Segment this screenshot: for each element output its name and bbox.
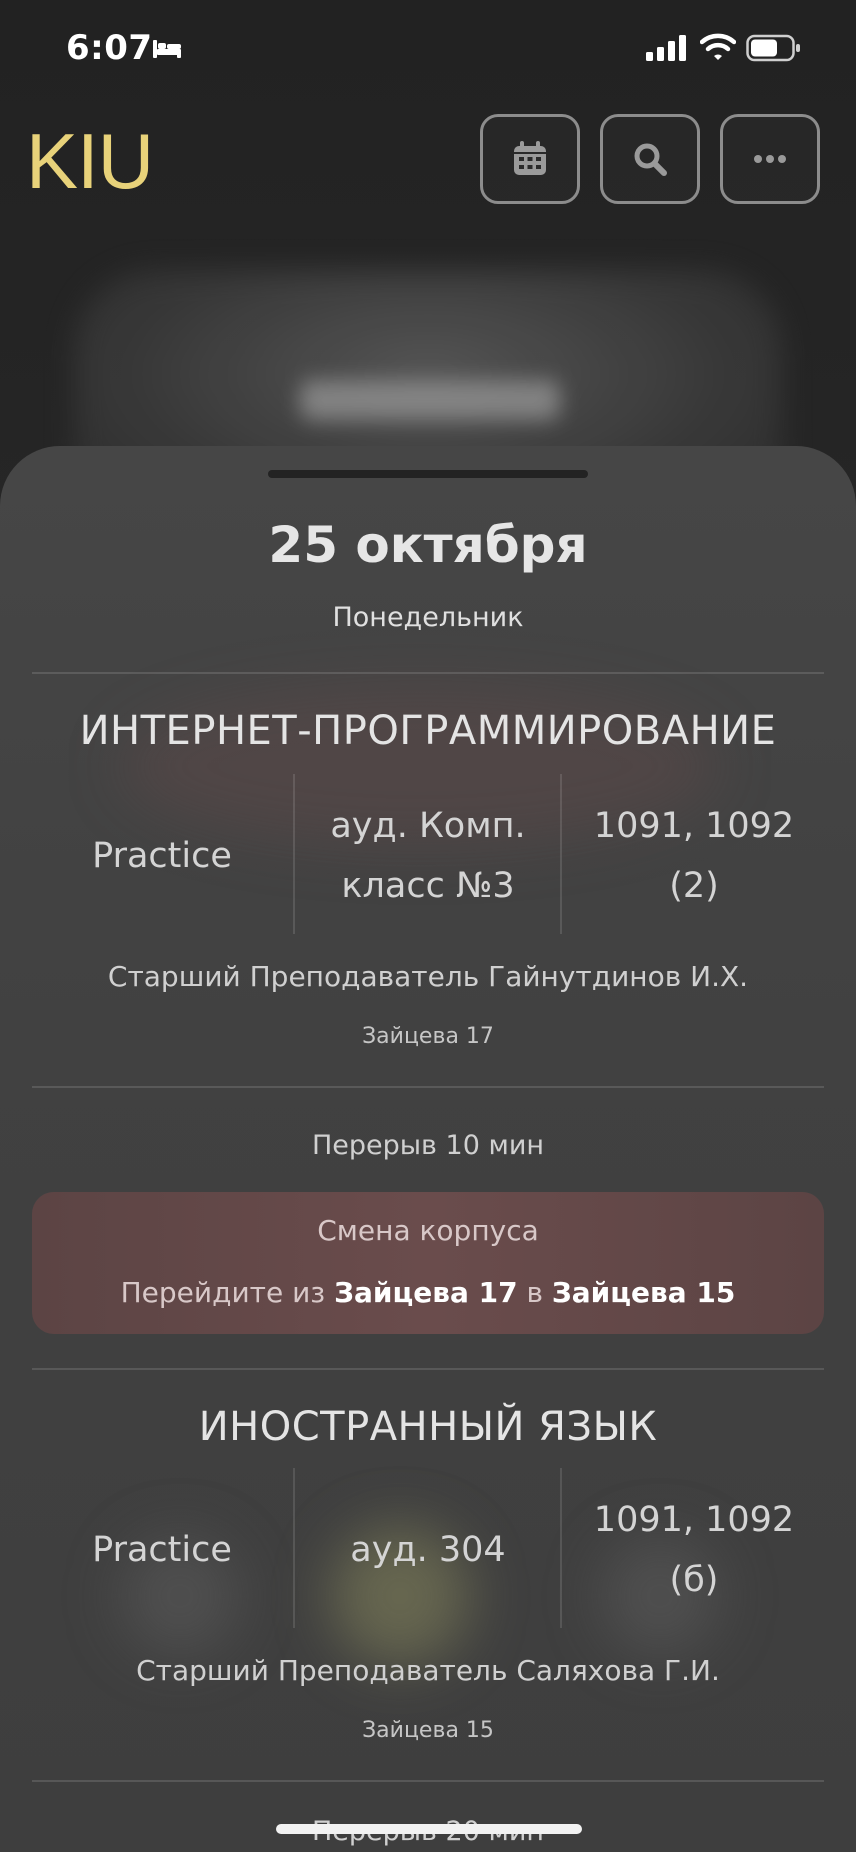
more-dots-icon [754, 155, 786, 163]
sleep-focus-icon [153, 40, 181, 58]
lesson-building: Зайцева 17 [362, 1024, 494, 1049]
status-bar: 6:07 [0, 0, 856, 100]
sheet-date-title: 25 октября [268, 516, 588, 574]
lesson-subject: ИНТЕРНЕТ-ПРОГРАММИРОВАНИЕ [79, 708, 777, 754]
background-blurred-date [300, 380, 560, 420]
search-icon [634, 143, 667, 176]
divider [32, 1368, 824, 1370]
more-button[interactable] [720, 114, 820, 204]
lesson-room-line2: класс №3 [341, 866, 515, 906]
lesson-room-line1: ауд. Комп. [330, 806, 526, 846]
lesson-type: Practice [92, 836, 232, 876]
lesson-groups: 1091, 1092 (2) [562, 796, 826, 916]
column-divider [293, 774, 295, 934]
break-label: Перерыв 10 мин [311, 1130, 545, 1161]
lesson-groups-line1: 1091, 1092 [593, 806, 795, 846]
status-time: 6:07 [66, 28, 153, 68]
lesson-type: Practice [92, 1530, 232, 1570]
column-divider [293, 1468, 295, 1628]
app-logo: KIU [26, 117, 154, 205]
building-change-title: Смена корпуса [317, 1214, 539, 1247]
building-change-alert: Смена корпуса Перейдите из Зайцева 17 в … [32, 1192, 824, 1334]
calendar-button[interactable] [480, 114, 580, 204]
day-detail-sheet[interactable]: 25 октября Понедельник ИНТЕРНЕТ-ПРОГРАММ… [0, 446, 856, 1852]
lesson-teacher: Старший Преподаватель Саляхова Г.И. [136, 1654, 720, 1687]
divider [32, 1086, 824, 1088]
lesson-building: Зайцева 15 [362, 1718, 494, 1743]
cellular-signal-icon [646, 35, 686, 61]
lesson-groups-line2: (б) [669, 1560, 719, 1600]
lesson-subject: ИНОСТРАННЫЙ ЯЗЫК [198, 1404, 658, 1450]
building-change-message: Перейдите из Зайцева 17 в Зайцева 15 [32, 1276, 824, 1309]
search-button[interactable] [600, 114, 700, 204]
lesson-groups-line2: (2) [669, 866, 719, 906]
lesson-groups-line1: 1091, 1092 [593, 1500, 795, 1540]
lesson-room-line1: ауд. 304 [350, 1530, 506, 1570]
lesson-room: ауд. 304 [296, 1520, 560, 1580]
divider [32, 672, 824, 674]
building-change-middle: в [526, 1276, 543, 1309]
wifi-icon [700, 33, 736, 60]
building-change-to: Зайцева 15 [551, 1276, 736, 1309]
divider [32, 1780, 824, 1782]
lesson-teacher: Старший Преподаватель Гайнутдинов И.Х. [107, 960, 749, 993]
building-change-prefix: Перейдите из [120, 1276, 326, 1309]
schedule-screen: 6:07 KIU 25 октября Понедельник ИНТЕРНЕТ… [0, 0, 856, 1852]
home-indicator[interactable] [276, 1824, 582, 1834]
sheet-drag-handle[interactable] [268, 470, 588, 478]
calendar-icon [514, 141, 546, 175]
lesson-groups: 1091, 1092 (б) [562, 1490, 826, 1610]
lesson-room: ауд. Комп. класс №3 [296, 796, 560, 916]
battery-icon [746, 34, 800, 62]
building-change-from: Зайцева 17 [334, 1276, 518, 1309]
sheet-weekday: Понедельник [332, 602, 524, 633]
